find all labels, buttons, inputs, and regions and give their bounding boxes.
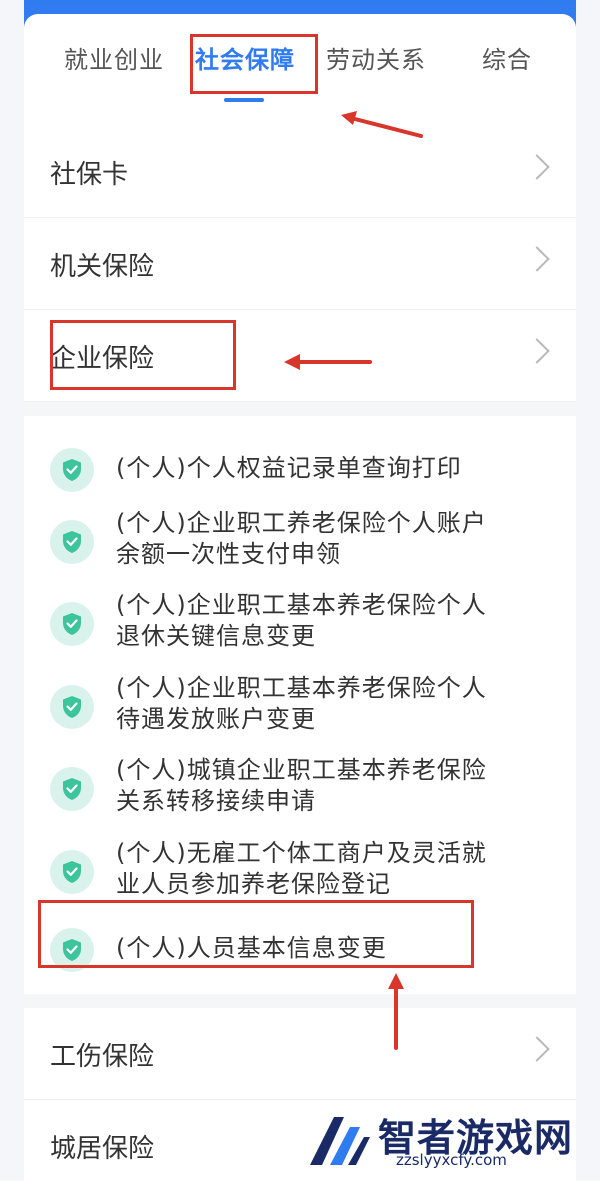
service-title-line-2: 退休关键信息变更 bbox=[116, 622, 316, 650]
row-label: 社保卡 bbox=[50, 160, 129, 190]
service-title-line-2: 关系转移接续申请 bbox=[116, 787, 316, 815]
row-label: 工伤保险 bbox=[50, 1042, 155, 1072]
row-work-injury-insurance[interactable]: 工伤保险 bbox=[24, 1008, 576, 1100]
tab-employment[interactable]: 就业创业 bbox=[64, 40, 164, 75]
row-label: 机关保险 bbox=[50, 252, 155, 282]
watermark-url: zzslyyxcfy.com bbox=[396, 1151, 507, 1169]
tab-general[interactable]: 综合 bbox=[482, 40, 532, 75]
service-title: (个人)城镇企业职工基本养老保险 关系转移接续申请 bbox=[116, 755, 536, 817]
row-label: 城居保险 bbox=[50, 1134, 155, 1164]
service-title: (个人)企业职工基本养老保险个人 退休关键信息变更 bbox=[116, 590, 536, 652]
content-card: 就业创业 社会保障 劳动关系 综合 社保卡 机关保险 企业保险 (个人)个人权益… bbox=[24, 14, 576, 1181]
service-title-line-1: (个人)企业职工养老保险个人账户 bbox=[116, 509, 487, 537]
service-title: (个人)个人权益记录单查询打印 bbox=[116, 454, 462, 482]
service-title-line-2: 余额一次性支付申领 bbox=[116, 540, 341, 568]
arrow-up-icon bbox=[388, 973, 404, 1050]
service-title-line-1: (个人)无雇工个体工商户及灵活就 bbox=[116, 839, 487, 867]
service-title: (个人)企业职工养老保险个人账户 余额一次性支付申领 bbox=[116, 508, 536, 570]
annotation-box-tab bbox=[190, 34, 318, 94]
chevron-right-icon bbox=[524, 246, 550, 272]
chevron-right-icon bbox=[524, 338, 550, 364]
service-title: (个人)企业职工基本养老保险个人 待遇发放账户变更 bbox=[116, 673, 536, 735]
annotation-box-service bbox=[38, 900, 474, 968]
service-title-line-1: (个人)城镇企业职工基本养老保险 bbox=[116, 756, 487, 784]
row-government-insurance[interactable]: 机关保险 bbox=[24, 218, 576, 310]
active-tab-indicator bbox=[224, 98, 264, 102]
row-social-security-card[interactable]: 社保卡 bbox=[24, 126, 576, 218]
service-title: (个人)无雇工个体工商户及灵活就 业人员参加养老保险登记 bbox=[116, 838, 536, 900]
page-margin-left bbox=[0, 0, 24, 1181]
service-title-line-1: (个人)企业职工基本养老保险个人 bbox=[116, 674, 487, 702]
service-title-line-2: 待遇发放账户变更 bbox=[116, 705, 316, 733]
arrow-left-icon bbox=[284, 354, 372, 370]
chevron-right-icon bbox=[524, 1036, 550, 1062]
shield-check-icon bbox=[50, 602, 94, 646]
shield-check-icon bbox=[50, 850, 94, 894]
watermark: 智者游戏网 zzslyyxcfy.com bbox=[304, 1107, 594, 1173]
arrow-left-icon bbox=[341, 111, 423, 138]
section-divider bbox=[24, 994, 576, 1008]
site-logo-icon bbox=[310, 1117, 370, 1165]
annotation-box-enterprise bbox=[50, 320, 236, 390]
section-divider bbox=[24, 402, 576, 416]
shield-check-icon bbox=[50, 448, 94, 492]
tab-labor-relations[interactable]: 劳动关系 bbox=[326, 40, 426, 75]
page-margin-right bbox=[576, 0, 600, 1181]
service-title-line-1: (个人)企业职工基本养老保险个人 bbox=[116, 591, 487, 619]
shield-check-icon bbox=[50, 685, 94, 729]
chevron-right-icon bbox=[524, 154, 550, 180]
shield-check-icon bbox=[50, 767, 94, 811]
shield-check-icon bbox=[50, 520, 94, 564]
service-title-line-2: 业人员参加养老保险登记 bbox=[116, 870, 391, 898]
